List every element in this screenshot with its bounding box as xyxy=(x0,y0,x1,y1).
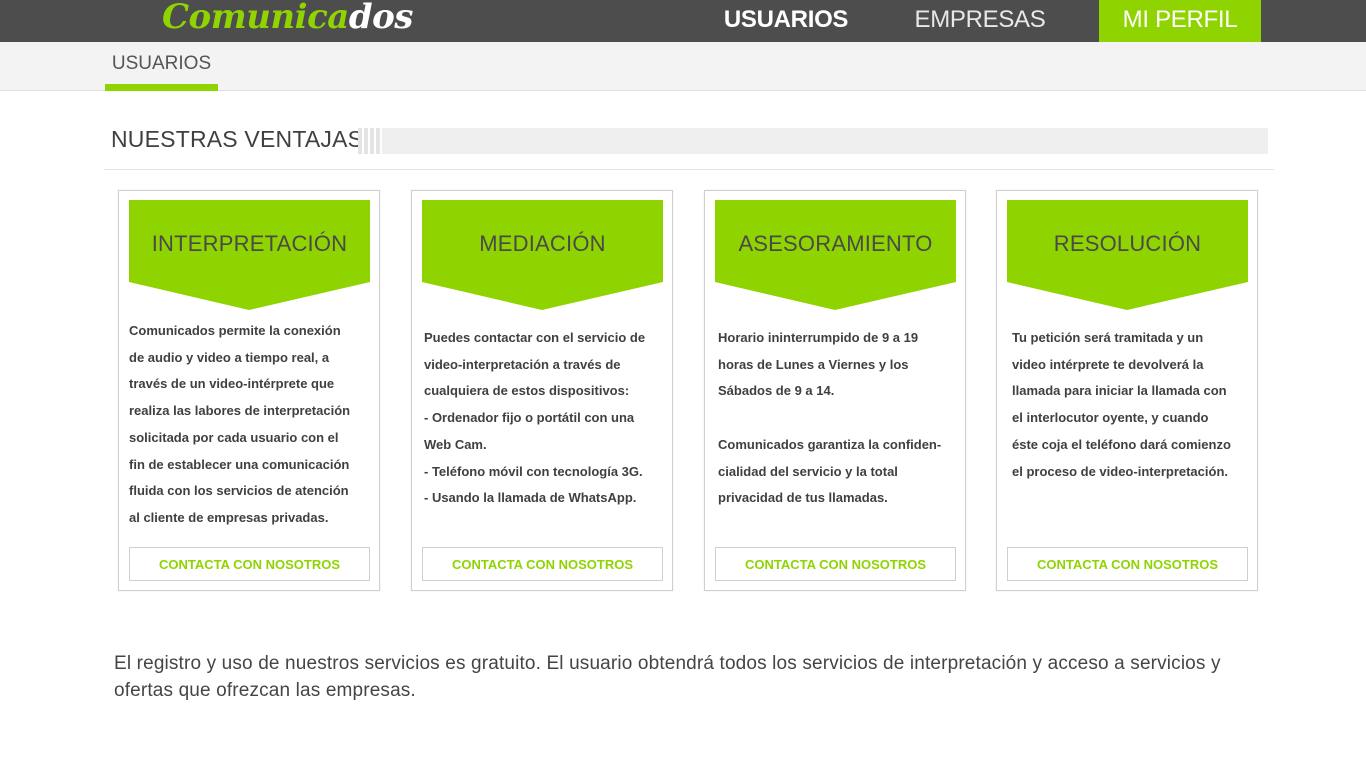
card-title: MEDIACIÓN xyxy=(479,231,606,256)
contact-button[interactable]: CONTACTA CON NOSOTROS xyxy=(1007,547,1248,581)
advantage-card-asesoramiento: ASESORAMIENTO Horario ininterrumpido de … xyxy=(704,190,966,591)
card-title: INTERPRETACIÓN xyxy=(151,231,348,256)
card-title: ASESORAMIENTO xyxy=(738,231,933,256)
registration-info-text: El registro y uso de nuestros servicios … xyxy=(114,653,1221,701)
card-description: Puedes contactar con el servicio de vide… xyxy=(424,330,646,506)
sub-navigation-bar: USUARIOS xyxy=(0,42,1366,91)
nav-empresas[interactable]: EMPRESAS xyxy=(906,0,1054,42)
tab-usuarios[interactable]: USUARIOS xyxy=(105,42,218,91)
section-title: NUESTRAS VENTAJAS xyxy=(111,126,364,152)
contact-button[interactable]: CONTACTA CON NOSOTROS xyxy=(422,547,663,581)
card-description: Comunicados permite la conexión de audio… xyxy=(129,323,351,525)
card-description: Tu petición será tramitada y un video in… xyxy=(1012,330,1231,479)
site-logo[interactable]: Comunicados xyxy=(162,0,413,38)
title-decoration-stripes xyxy=(358,128,380,154)
advantage-card-interpretacion: INTERPRETACIÓN Comunicados permite la co… xyxy=(118,190,380,591)
card-description: Horario ininterrumpido de 9 a 19 horas d… xyxy=(718,330,942,506)
title-decoration-bar xyxy=(382,128,1268,154)
nav-mi-perfil[interactable]: MI PERFIL xyxy=(1099,0,1261,42)
advantage-card-mediacion: MEDIACIÓN Puedes contactar con el servic… xyxy=(411,190,673,591)
contact-button[interactable]: CONTACTA CON NOSOTROS xyxy=(129,547,370,581)
card-title: RESOLUCIÓN xyxy=(1053,231,1202,256)
logo-text-part1: Comunica xyxy=(162,0,349,37)
nav-usuarios[interactable]: USUARIOS xyxy=(718,0,854,42)
logo-text-part2: dos xyxy=(348,0,414,37)
contact-button[interactable]: CONTACTA CON NOSOTROS xyxy=(715,547,956,581)
section-divider xyxy=(104,169,1274,170)
top-navigation-bar: Comunicados USUARIOS EMPRESAS MI PERFIL xyxy=(0,0,1366,42)
advantage-card-resolucion: RESOLUCIÓN Tu petición será tramitada y … xyxy=(996,190,1258,591)
